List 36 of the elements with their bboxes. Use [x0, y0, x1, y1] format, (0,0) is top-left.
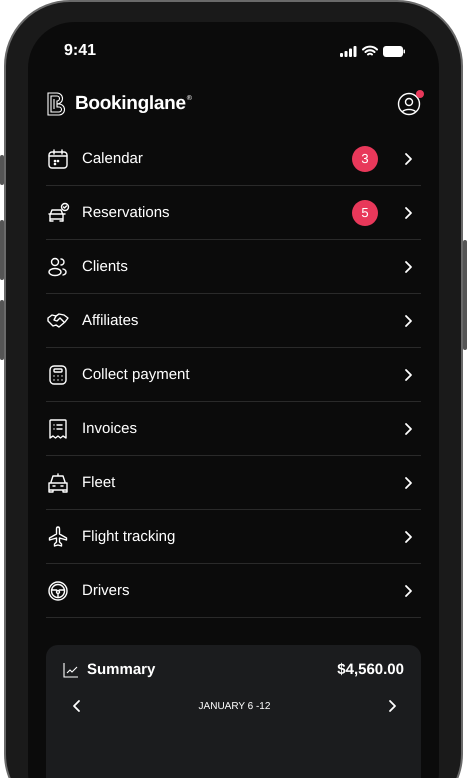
menu-item[interactable]: Flight tracking — [46, 510, 421, 564]
brand-name: Bookinglane — [75, 93, 186, 115]
menu-label: Drivers — [82, 582, 130, 599]
menu-label: Affiliates — [82, 312, 140, 329]
signal-icon — [340, 46, 357, 56]
menu-label: Calendar — [82, 150, 144, 167]
steering-wheel-icon — [46, 578, 70, 602]
count-badge: 5 — [352, 200, 378, 226]
menu-item[interactable]: Calendar 3 — [46, 132, 421, 186]
car-check-icon — [46, 200, 70, 224]
menu-item[interactable]: Invoices — [46, 402, 421, 456]
menu-label: Invoices — [82, 420, 138, 437]
date-range: JANUARY 6 -12 — [198, 700, 270, 712]
summary-title: Summary — [87, 661, 156, 678]
status-time: 9:41 — [64, 42, 96, 60]
menu-item[interactable]: Clients — [46, 240, 421, 294]
menu-item[interactable]: Drivers — [46, 564, 421, 618]
calendar-icon — [46, 146, 70, 170]
menu-label: Fleet — [82, 474, 116, 491]
airplane-icon — [46, 524, 70, 548]
line-chart-icon — [63, 662, 79, 678]
menu-item[interactable]: Reservations 5 — [46, 186, 421, 240]
count-badge: 3 — [352, 146, 378, 172]
menu-label: Collect payment — [82, 366, 191, 383]
menu-item[interactable]: Collect payment — [46, 348, 421, 402]
wifi-icon — [362, 45, 378, 57]
battery-icon — [383, 46, 405, 56]
menu-label: Flight tracking — [82, 528, 176, 545]
previous-button[interactable] — [71, 698, 83, 714]
menu-item[interactable]: Fleet — [46, 456, 421, 510]
car-icon — [46, 470, 70, 494]
menu-label: Reservations — [82, 204, 171, 221]
menu-item[interactable]: Affiliates — [46, 294, 421, 348]
summary-total: $4,560.00 — [337, 661, 404, 678]
profile-button[interactable] — [397, 92, 421, 116]
menu-label: Clients — [82, 258, 129, 275]
